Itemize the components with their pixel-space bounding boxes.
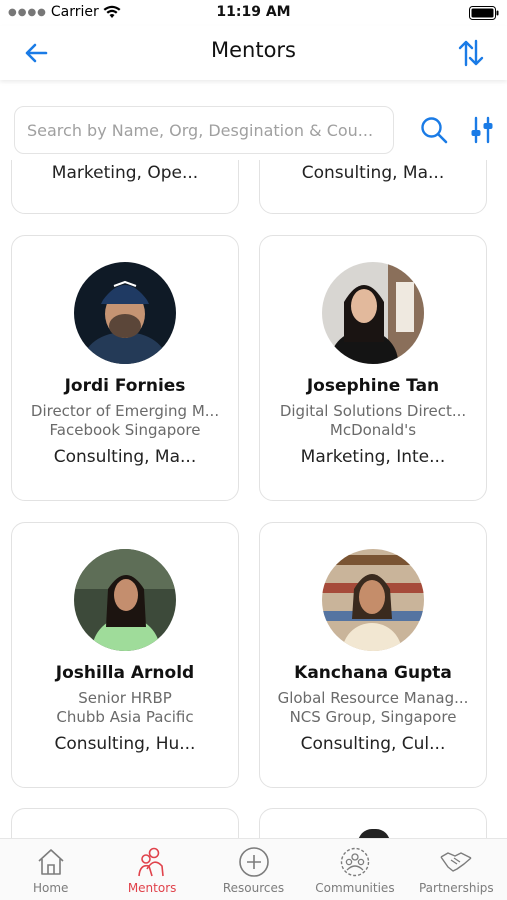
page-title: Mentors [210, 38, 296, 62]
mentor-expertise: Marketing, Inte... [300, 447, 446, 467]
tab-label: Communities [315, 881, 395, 895]
mentor-card[interactable]: Josephine Tan Digital Solutions Direct..… [259, 235, 487, 501]
tab-label: Home [32, 881, 69, 895]
mentor-designation: Digital Solutions Direct... [279, 402, 467, 420]
mentor-name: Jordi Fornies [64, 376, 186, 396]
mentor-designation: Senior HRBP [78, 689, 172, 707]
mentor-grid[interactable]: Marketing, Ope... Consulting, Ma... Jord… [0, 160, 507, 840]
filter-button[interactable] [466, 114, 498, 146]
mentor-card[interactable] [11, 808, 239, 840]
mentor-organization: Facebook Singapore [49, 421, 201, 439]
mentor-card[interactable] [259, 808, 487, 840]
tab-communities[interactable]: Communities [304, 839, 405, 900]
mentor-expertise: Consulting, Cul... [300, 734, 446, 754]
plus-circle-icon [238, 847, 269, 877]
mentor-name: Kanchana Gupta [294, 663, 452, 683]
mentors-icon [138, 847, 164, 877]
tab-label: Mentors [127, 881, 177, 895]
search-row [14, 106, 494, 154]
mentor-avatar [74, 262, 176, 364]
mentor-organization: McDonald's [329, 421, 417, 439]
tab-label: Resources [222, 881, 285, 895]
communities-icon [340, 847, 370, 877]
back-arrow-icon [25, 43, 48, 63]
search-button[interactable] [418, 114, 450, 146]
handshake-icon [440, 852, 472, 872]
mentor-avatar [74, 549, 176, 651]
tab-bar: Home Mentors Resources Communities Partn… [0, 838, 507, 900]
mentor-name: Josephine Tan [306, 376, 440, 396]
sort-icon [458, 39, 484, 67]
search-input[interactable] [14, 106, 394, 154]
mentor-card[interactable]: Consulting, Ma... [259, 160, 487, 214]
tab-resources[interactable]: Resources [203, 839, 304, 900]
mentor-designation: Director of Emerging M... [30, 402, 220, 420]
filter-sliders-icon [471, 116, 493, 144]
mentor-expertise: Consulting, Ma... [53, 447, 197, 467]
mentor-card[interactable]: Marketing, Ope... [11, 160, 239, 214]
home-icon [38, 849, 64, 875]
tab-label: Partnerships [418, 881, 494, 895]
mentor-designation: Global Resource Manag... [277, 689, 469, 707]
mentor-expertise: Marketing, Ope... [51, 163, 199, 183]
tab-partnerships[interactable]: Partnerships [406, 839, 507, 900]
mentor-name: Joshilla Arnold [55, 663, 195, 683]
tab-mentors[interactable]: Mentors [101, 839, 202, 900]
tab-home[interactable]: Home [0, 839, 101, 900]
mentor-card[interactable]: Kanchana Gupta Global Resource Manag... … [259, 522, 487, 788]
mentor-expertise: Consulting, Ma... [301, 163, 445, 183]
back-button[interactable] [20, 38, 52, 68]
sort-button[interactable] [455, 38, 487, 68]
status-time: 11:19 AM [216, 4, 291, 20]
mentor-organization: NCS Group, Singapore [289, 708, 457, 726]
mentor-expertise: Consulting, Hu... [54, 734, 196, 754]
header: Mentors [0, 26, 507, 80]
mentor-card[interactable]: Joshilla Arnold Senior HRBP Chubb Asia P… [11, 522, 239, 788]
status-bar: ●●●● Carrier 11:19 AM [0, 0, 507, 26]
mentor-organization: Chubb Asia Pacific [56, 708, 194, 726]
battery-icon [469, 6, 499, 20]
mentor-card[interactable]: Jordi Fornies Director of Emerging M... … [11, 235, 239, 501]
mentor-avatar [322, 549, 424, 651]
mentor-avatar [322, 262, 424, 364]
search-icon [421, 117, 448, 144]
